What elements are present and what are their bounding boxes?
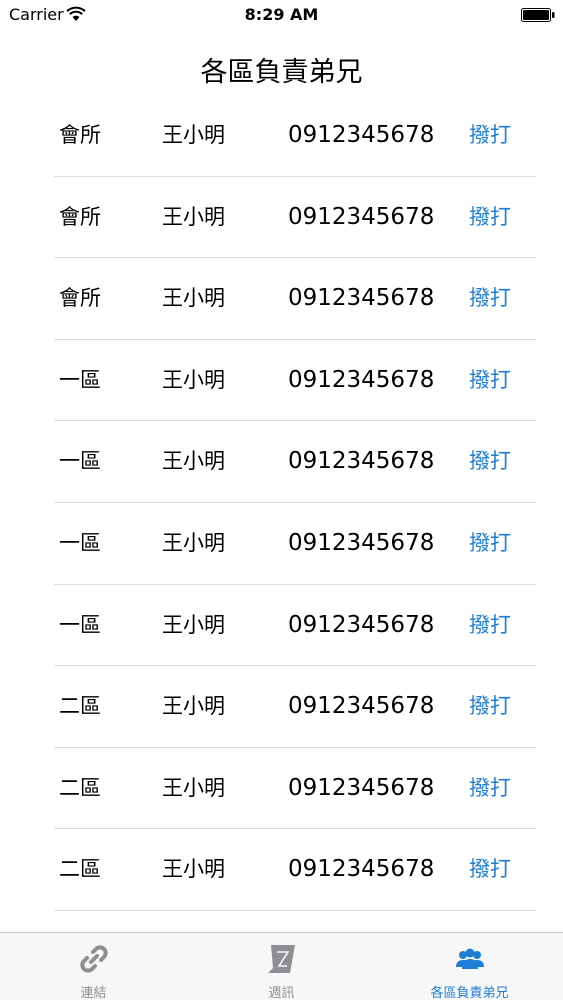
status-bar: Carrier 8:29 AM <box>0 0 563 30</box>
weekly-news-icon <box>267 945 295 973</box>
tab-label: 各區負責弟兄 <box>430 986 509 1000</box>
contact-row: 會所 王小明 0912345678 撥打 <box>0 177 563 259</box>
area-label: 一區 <box>59 449 101 474</box>
phone-number: 0912345678 <box>288 448 435 475</box>
phone-number: 0912345678 <box>288 774 435 801</box>
contact-row: 二區 王小明 0912345678 撥打 <box>0 666 563 748</box>
contact-row: 二區 王小明 0912345678 撥打 <box>0 829 563 911</box>
call-button[interactable]: 撥打 <box>469 177 511 259</box>
area-label: 會所 <box>59 286 101 311</box>
phone-number: 0912345678 <box>288 856 435 883</box>
tab-weekly-news[interactable]: 週訊 <box>188 933 375 1000</box>
contact-row: 一區 王小明 0912345678 撥打 <box>0 585 563 667</box>
area-label: 二區 <box>59 694 101 719</box>
phone-number: 0912345678 <box>288 285 435 312</box>
contact-row: 一區 王小明 0912345678 撥打 <box>0 340 563 422</box>
phone-number: 0912345678 <box>288 693 435 720</box>
contact-name: 王小明 <box>162 775 225 800</box>
area-label: 會所 <box>59 204 101 229</box>
contact-name: 王小明 <box>162 857 225 882</box>
contact-name: 王小明 <box>162 449 225 474</box>
area-label: 二區 <box>59 775 101 800</box>
tab-bar: 連結 週訊 各區負責弟兄 <box>0 932 563 1000</box>
area-label: 一區 <box>59 612 101 637</box>
phone-number: 0912345678 <box>288 529 435 556</box>
area-label: 一區 <box>59 530 101 555</box>
contact-row: 會所 王小明 0912345678 撥打 <box>0 258 563 340</box>
tab-area-leaders[interactable]: 各區負責弟兄 <box>376 933 563 1000</box>
phone-number: 0912345678 <box>288 366 435 393</box>
contact-name: 王小明 <box>162 530 225 555</box>
contact-list: 會所 王小明 0912345678 撥打 會所 王小明 0912345678 撥打 會所 王小明 0… <box>0 95 563 911</box>
contact-name: 王小明 <box>162 367 225 392</box>
contact-name: 王小明 <box>162 612 225 637</box>
call-button[interactable]: 撥打 <box>469 666 511 748</box>
call-button[interactable]: 撥打 <box>469 421 511 503</box>
area-label: 一區 <box>59 367 101 392</box>
battery-icon <box>521 8 555 22</box>
contact-name: 王小明 <box>162 286 225 311</box>
call-button[interactable]: 撥打 <box>469 503 511 585</box>
status-time: 8:29 AM <box>244 5 319 24</box>
phone-number: 0912345678 <box>288 611 435 638</box>
call-button[interactable]: 撥打 <box>469 829 511 911</box>
tab-label: 週訊 <box>268 986 295 1000</box>
phone-number: 0912345678 <box>288 203 435 230</box>
tab-links[interactable]: 連結 <box>0 933 187 1000</box>
call-button[interactable]: 撥打 <box>469 585 511 667</box>
tab-label: 連結 <box>80 986 107 1000</box>
call-button[interactable]: 撥打 <box>469 340 511 422</box>
area-label: 二區 <box>59 857 101 882</box>
contact-row: 二區 王小明 0912345678 撥打 <box>0 748 563 830</box>
contact-name: 王小明 <box>162 694 225 719</box>
contact-name: 王小明 <box>162 204 225 229</box>
phone-number: 0912345678 <box>288 122 435 148</box>
contact-name: 王小明 <box>162 123 225 147</box>
people-icon <box>455 948 484 969</box>
call-button[interactable]: 撥打 <box>469 258 511 340</box>
link-icon <box>79 945 108 973</box>
call-button[interactable]: 撥打 <box>469 748 511 830</box>
contact-row: 一區 王小明 0912345678 撥打 <box>0 503 563 585</box>
contact-row: 一區 王小明 0912345678 撥打 <box>0 421 563 503</box>
call-button[interactable]: 撥打 <box>469 95 511 177</box>
contact-row: 會所 王小明 0912345678 撥打 <box>0 95 563 177</box>
page-title: 各區負責弟兄 <box>200 57 363 88</box>
area-label: 會所 <box>59 123 101 147</box>
app-screen: Carrier 8:29 AM 各區負責弟兄 會所 王小明 0912345678 撥打… <box>0 0 563 1000</box>
